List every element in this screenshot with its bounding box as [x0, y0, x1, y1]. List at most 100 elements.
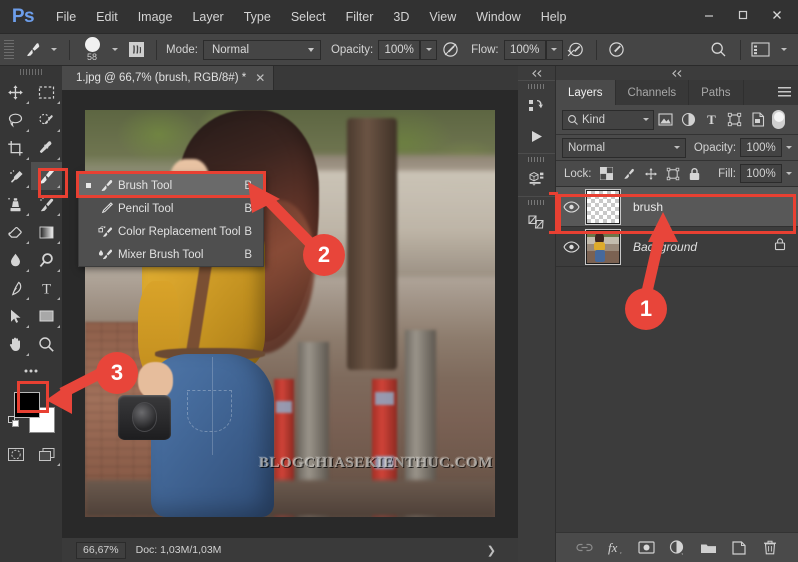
layer-row-background[interactable]: Background — [556, 227, 798, 267]
link-layers-icon[interactable] — [575, 538, 593, 558]
brush-panel-icon[interactable] — [123, 41, 149, 58]
crop-tool[interactable] — [0, 134, 31, 162]
gradient-tool[interactable] — [31, 218, 62, 246]
layer-mask-icon[interactable] — [637, 538, 655, 558]
type-filter-icon[interactable]: T — [700, 109, 723, 131]
rectangle-tool[interactable] — [31, 302, 62, 330]
workspace-chevron-icon[interactable] — [774, 48, 794, 51]
brush-size-preview[interactable]: 58 — [77, 37, 107, 62]
default-colors-icon[interactable] — [8, 416, 19, 427]
pencil-tool-menu-item[interactable]: Pencil Tool B — [79, 197, 263, 220]
new-fill-adjustment-icon[interactable] — [668, 538, 686, 558]
menu-file[interactable]: File — [46, 0, 86, 33]
tools-panel-grip[interactable] — [0, 66, 62, 78]
lock-artboard-icon[interactable] — [662, 163, 684, 185]
menu-image[interactable]: Image — [128, 0, 183, 33]
layer-name-background[interactable]: Background — [633, 240, 774, 254]
3d-icon[interactable] — [518, 164, 555, 194]
layer-name-brush[interactable]: brush — [633, 200, 798, 214]
mixer-brush-tool-menu-item[interactable]: Mixer Brush Tool B — [79, 243, 263, 266]
brush-tool-menu-item[interactable]: Brush Tool B — [79, 174, 263, 197]
flow-dropdown-arrow[interactable] — [545, 39, 563, 60]
brush-tool-icon[interactable] — [20, 41, 46, 59]
menu-edit[interactable]: Edit — [86, 0, 128, 33]
rail-grip[interactable] — [518, 154, 555, 164]
menu-help[interactable]: Help — [531, 0, 577, 33]
horizontal-type-tool[interactable]: T — [31, 274, 62, 302]
pen-tool[interactable] — [0, 274, 31, 302]
hand-tool[interactable] — [0, 330, 31, 358]
tab-layers[interactable]: Layers — [556, 80, 616, 105]
close-icon[interactable]: ✕ — [255, 72, 265, 84]
flow-input[interactable]: 100% — [503, 39, 546, 60]
close-button[interactable] — [760, 2, 794, 28]
delete-layer-icon[interactable] — [761, 538, 779, 558]
menu-view[interactable]: View — [419, 0, 466, 33]
filter-kind-dropdown[interactable]: Kind — [562, 109, 654, 130]
dodge-tool[interactable] — [31, 246, 62, 274]
rail-grip[interactable] — [518, 81, 555, 91]
opacity-dropdown-arrow[interactable] — [420, 39, 438, 60]
brush-preset-chevron-icon[interactable] — [46, 48, 62, 51]
menu-select[interactable]: Select — [281, 0, 336, 33]
tab-paths[interactable]: Paths — [689, 80, 744, 105]
lock-position-icon[interactable] — [640, 163, 662, 185]
layer-fill-input[interactable]: 100% — [740, 164, 782, 183]
eraser-tool[interactable] — [0, 218, 31, 246]
quick-selection-tool[interactable] — [31, 106, 62, 134]
canvas-photo[interactable]: BLOGCHIASEKIENTHUC.COM — [85, 110, 495, 517]
shape-filter-icon[interactable] — [723, 109, 746, 131]
document-tab[interactable]: 1.jpg @ 66,7% (brush, RGB/8#) * ✕ — [62, 66, 275, 90]
new-group-icon[interactable] — [699, 538, 717, 558]
smart-object-filter-icon[interactable] — [746, 109, 769, 131]
blend-mode-dropdown[interactable]: Normal — [202, 39, 321, 60]
menu-window[interactable]: Window — [466, 0, 530, 33]
opacity-pressure-icon[interactable] — [437, 41, 463, 58]
airbrush-icon[interactable] — [563, 41, 589, 58]
layer-thumbnail-brush[interactable] — [585, 188, 621, 225]
path-selection-tool[interactable] — [0, 302, 31, 330]
menu-type[interactable]: Type — [234, 0, 281, 33]
lasso-tool[interactable] — [0, 106, 31, 134]
blur-tool[interactable] — [0, 246, 31, 274]
canvas-area[interactable]: BLOGCHIASEKIENTHUC.COM — [62, 90, 518, 538]
layer-blend-mode-dropdown[interactable]: Normal — [562, 137, 686, 158]
edit-toolbar-button[interactable] — [0, 358, 62, 386]
layer-thumbnail-background[interactable] — [585, 228, 621, 265]
smoothing-icon[interactable] — [604, 41, 630, 58]
play-action-icon[interactable] — [518, 121, 555, 151]
zoom-tool[interactable] — [31, 330, 62, 358]
eyedropper-tool[interactable] — [31, 134, 62, 162]
libraries-icon[interactable] — [518, 91, 555, 121]
clone-stamp-tool[interactable] — [0, 190, 31, 218]
tab-channels[interactable]: Channels — [616, 80, 690, 105]
spot-healing-brush-tool[interactable] — [0, 162, 31, 190]
panel-menu-icon[interactable] — [778, 87, 791, 98]
adjustment-filter-icon[interactable] — [677, 109, 700, 131]
color-replacement-tool-menu-item[interactable]: Color Replacement Tool B — [79, 220, 263, 243]
chevron-right-icon[interactable]: ❯ — [487, 544, 496, 557]
menu-layer[interactable]: Layer — [182, 0, 233, 33]
rectangular-marquee-tool[interactable] — [31, 78, 62, 106]
options-bar-grip[interactable] — [4, 39, 14, 60]
layer-visibility-eye-icon[interactable] — [556, 240, 586, 253]
pixel-filter-icon[interactable] — [654, 109, 677, 131]
menu-filter[interactable]: Filter — [336, 0, 384, 33]
collapse-double-chevron-icon[interactable] — [518, 66, 555, 80]
layer-visibility-eye-icon[interactable] — [556, 200, 586, 213]
quick-mask-icon[interactable] — [0, 440, 31, 468]
lock-all-icon[interactable] — [684, 163, 706, 185]
layer-opacity-input[interactable]: 100% — [740, 138, 782, 157]
layer-style-fx-icon[interactable]: fx — [606, 538, 624, 558]
opacity-input[interactable]: 100% — [378, 39, 421, 60]
lock-image-pixels-icon[interactable] — [618, 163, 640, 185]
search-icon[interactable] — [703, 41, 733, 58]
new-layer-icon[interactable] — [730, 538, 748, 558]
menu-3d[interactable]: 3D — [383, 0, 419, 33]
move-tool[interactable] — [0, 78, 31, 106]
filter-enable-toggle[interactable] — [772, 110, 785, 129]
minimize-button[interactable] — [692, 2, 726, 28]
history-brush-tool[interactable] — [31, 190, 62, 218]
workspace-switcher-icon[interactable] — [748, 42, 774, 57]
panel-collapse-icon[interactable] — [556, 66, 798, 80]
